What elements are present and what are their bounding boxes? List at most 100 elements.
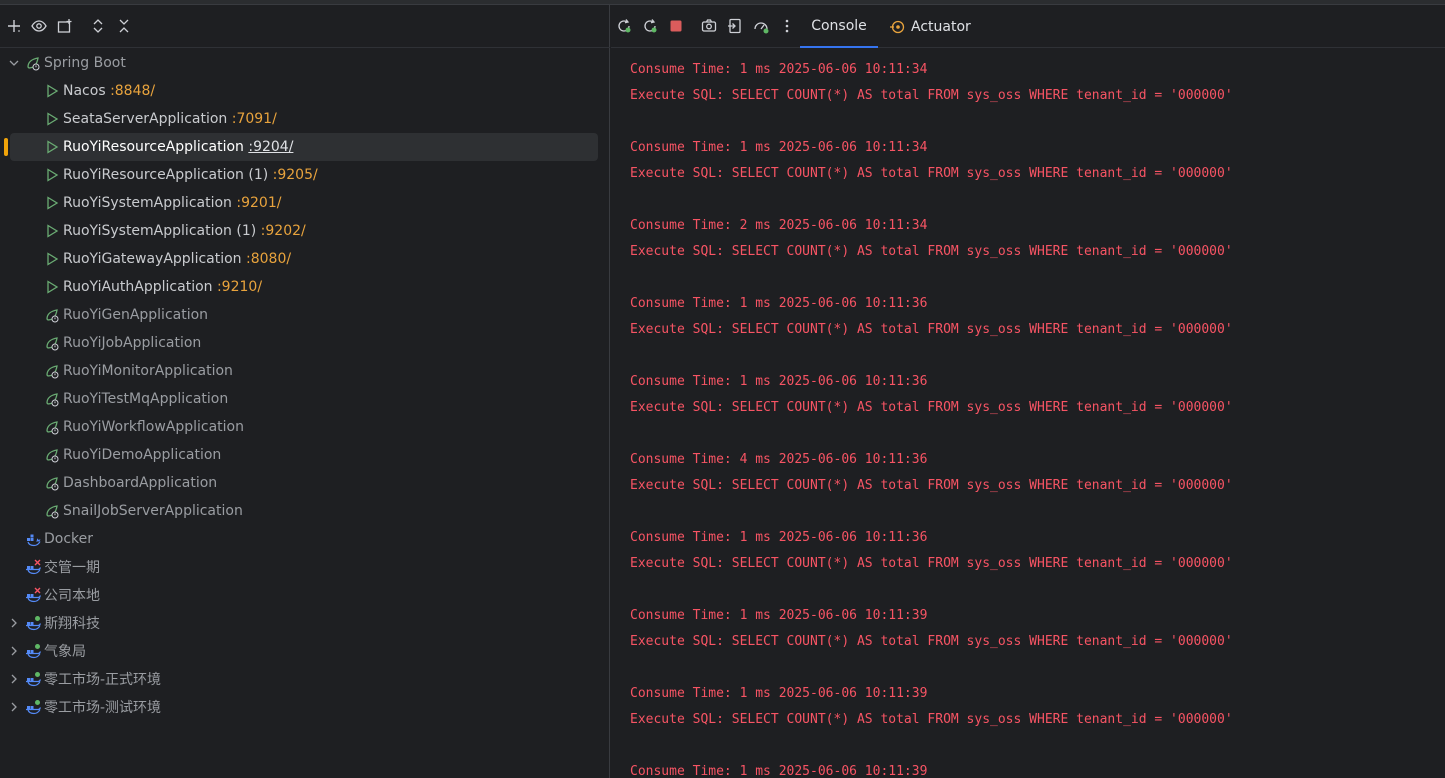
chevron-right-icon[interactable] (8, 701, 20, 713)
actuator-icon (890, 20, 905, 33)
log-entry: Consume Time: 1 ms 2025-06-06 10:11:34 E… (630, 57, 1440, 135)
docker-disconnected-icon (25, 587, 41, 603)
service-label: RuoYiResourceApplication :9204/ (63, 139, 294, 155)
service-label: DashboardApplication (63, 475, 218, 491)
spring-boot-icon (44, 391, 60, 407)
tree-item-docker[interactable]: Docker (0, 525, 610, 553)
service-row-stopped[interactable]: RuoYiTestMqApplication (0, 385, 610, 413)
service-row-running[interactable]: RuoYiSystemApplication (1) :9202/ (0, 217, 610, 245)
log-entry: Consume Time: 1 ms 2025-06-06 10:11:39 E… (630, 681, 1440, 759)
service-row-running[interactable]: RuoYiSystemApplication :9201/ (0, 189, 610, 217)
service-port-link[interactable]: :9204/ (248, 139, 293, 155)
tree-item-label: 公司本地 (44, 588, 100, 604)
rerun-icon[interactable] (613, 15, 635, 37)
service-row-stopped[interactable]: RuoYiMonitorApplication (0, 357, 610, 385)
tree-group-label: Spring Boot (44, 55, 126, 71)
tree-item-docker[interactable]: 零工市场-正式环境 (0, 665, 610, 693)
stop-icon[interactable] (665, 15, 687, 37)
run-icon (44, 83, 60, 99)
tab-actuator[interactable]: Actuator (889, 5, 971, 48)
service-row-stopped[interactable]: DashboardApplication (0, 469, 610, 497)
spring-boot-icon (44, 447, 60, 463)
service-label: RuoYiGatewayApplication :8080/ (63, 251, 292, 267)
spring-boot-icon (44, 475, 60, 491)
docker-connected-icon (25, 671, 41, 687)
tree-item-docker[interactable]: 气象局 (0, 637, 610, 665)
service-row-running[interactable]: SeataServerApplication :7091/ (0, 105, 610, 133)
service-label: RuoYiTestMqApplication (63, 391, 229, 407)
log-execute-sql: Execute SQL: SELECT COUNT(*) AS total FR… (630, 478, 1233, 493)
service-label: RuoYiJobApplication (63, 335, 202, 351)
spring-boot-icon (44, 335, 60, 351)
service-label: RuoYiSystemApplication (1) :9202/ (63, 223, 306, 239)
restart-icon[interactable] (639, 15, 661, 37)
selection-marker (4, 138, 8, 156)
log-consume-time: Consume Time: 1 ms 2025-06-06 10:11:36 (630, 374, 928, 389)
service-row-running[interactable]: RuoYiGatewayApplication :8080/ (0, 245, 610, 273)
tree-item-docker[interactable]: 交管一期 (0, 553, 610, 581)
services-toolbar (0, 5, 610, 48)
log-entry: Consume Time: 1 ms 2025-06-06 10:11:39 E… (630, 603, 1440, 681)
tree-item-docker[interactable]: 斯翔科技 (0, 609, 610, 637)
more-options-icon[interactable] (776, 15, 798, 37)
service-row-selected[interactable]: RuoYiResourceApplication :9204/ (0, 133, 610, 161)
log-consume-time: Consume Time: 1 ms 2025-06-06 10:11:39 (630, 608, 928, 623)
log-execute-sql: Execute SQL: SELECT COUNT(*) AS total FR… (630, 400, 1233, 415)
tab-console[interactable]: Console (800, 5, 878, 48)
chevron-right-icon[interactable] (8, 645, 20, 657)
tree-item-label: Docker (44, 531, 94, 547)
service-row-running[interactable]: RuoYiAuthApplication :9210/ (0, 273, 610, 301)
log-execute-sql: Execute SQL: SELECT COUNT(*) AS total FR… (630, 322, 1233, 337)
run-icon (44, 139, 60, 155)
log-consume-time: Consume Time: 2 ms 2025-06-06 10:11:34 (630, 218, 928, 233)
log-consume-time: Consume Time: 1 ms 2025-06-06 10:11:39 (630, 686, 928, 701)
console-toolbar: Console Actuator (611, 5, 1445, 48)
service-label: RuoYiGenApplication (63, 307, 209, 323)
log-entry: Consume Time: 2 ms 2025-06-06 10:11:34 E… (630, 213, 1440, 291)
log-entry: Consume Time: 1 ms 2025-06-06 10:11:36 E… (630, 369, 1440, 447)
tree-item-docker[interactable]: 公司本地 (0, 581, 610, 609)
service-row-stopped[interactable]: RuoYiWorkflowApplication (0, 413, 610, 441)
console-output[interactable]: Consume Time: 1 ms 2025-06-06 10:11:34 E… (630, 57, 1440, 778)
service-label: RuoYiResourceApplication (1) :9205/ (63, 167, 318, 183)
log-execute-sql: Execute SQL: SELECT COUNT(*) AS total FR… (630, 634, 1233, 649)
tab-console-label: Console (811, 17, 867, 34)
tree-group-spring-boot[interactable]: Spring Boot (0, 49, 610, 77)
service-row-stopped[interactable]: RuoYiDemoApplication (0, 441, 610, 469)
service-row-stopped[interactable]: RuoYiGenApplication (0, 301, 610, 329)
service-label: RuoYiWorkflowApplication (63, 419, 244, 435)
services-panel: Spring Boot Nacos :8848/ SeataServerAppl… (0, 5, 610, 778)
service-row-stopped[interactable]: SnailJobServerApplication (0, 497, 610, 525)
docker-connected-icon (25, 699, 41, 715)
service-row-stopped[interactable]: RuoYiJobApplication (0, 329, 610, 357)
tree-item-label: 零工市场-正式环境 (44, 672, 162, 688)
docker-icon (25, 531, 41, 547)
service-row-running[interactable]: RuoYiResourceApplication (1) :9205/ (0, 161, 610, 189)
tree-item-label: 斯翔科技 (44, 616, 100, 632)
log-execute-sql: Execute SQL: SELECT COUNT(*) AS total FR… (630, 244, 1233, 259)
spring-boot-icon (44, 307, 60, 323)
service-port: :9205/ (272, 167, 318, 183)
tree-item-label: 零工市场-测试环境 (44, 700, 162, 716)
tree-item-docker[interactable]: 零工市场-测试环境 (0, 693, 610, 721)
view-options-eye-icon[interactable] (28, 15, 50, 37)
run-icon (44, 279, 60, 295)
expand-all-icon[interactable] (87, 15, 109, 37)
chevron-right-icon[interactable] (8, 617, 20, 629)
spring-boot-icon (25, 55, 41, 71)
camera-icon[interactable] (698, 15, 720, 37)
new-tab-icon[interactable] (54, 15, 76, 37)
tree-item-label: 交管一期 (44, 560, 100, 576)
chevron-down-icon[interactable] (8, 57, 20, 69)
service-port: :9202/ (260, 223, 306, 239)
exit-icon[interactable] (724, 15, 746, 37)
tree-item-label: 气象局 (44, 644, 86, 660)
profiler-gauge-icon[interactable] (750, 15, 772, 37)
add-service-icon[interactable] (3, 15, 25, 37)
run-icon (44, 195, 60, 211)
service-port: :8848/ (110, 83, 156, 99)
service-row-running[interactable]: Nacos :8848/ (0, 77, 610, 105)
service-label: SnailJobServerApplication (63, 503, 243, 519)
chevron-right-icon[interactable] (8, 673, 20, 685)
collapse-all-icon[interactable] (113, 15, 135, 37)
